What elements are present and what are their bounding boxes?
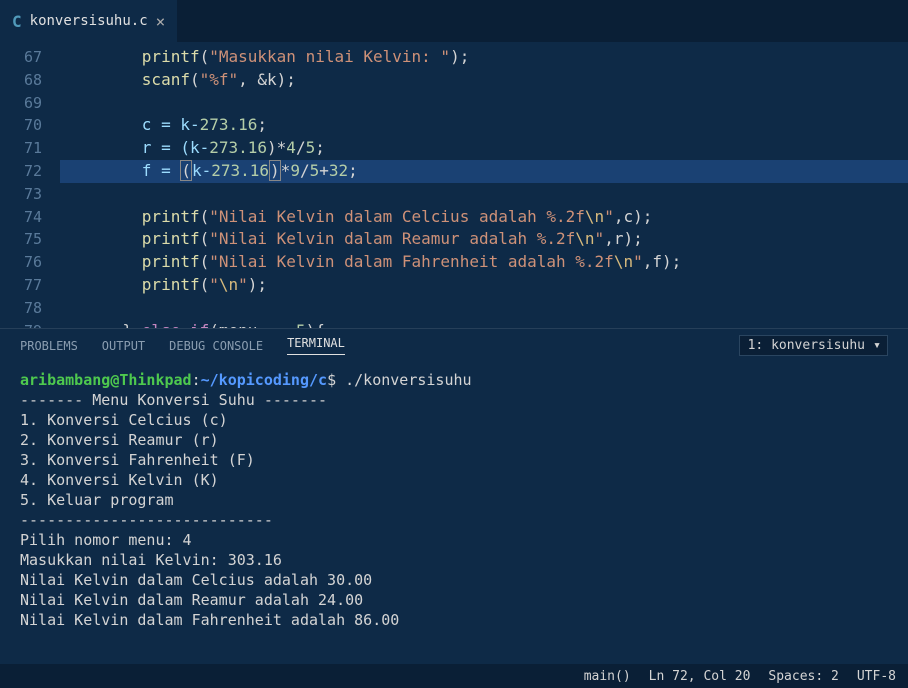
terminal-selector[interactable]: 1: konversisuhu [739, 335, 888, 356]
status-context[interactable]: main() [584, 669, 631, 684]
status-position[interactable]: Ln 72, Col 20 [649, 669, 751, 684]
editor[interactable]: 67 68 69 70 71 72 73 74 75 76 77 78 79 p… [0, 42, 908, 328]
tab-problems[interactable]: PROBLEMS [20, 339, 78, 353]
code-line: printf("Nilai Kelvin dalam Reamur adalah… [60, 228, 908, 251]
code-line: printf("Nilai Kelvin dalam Fahrenheit ad… [60, 251, 908, 274]
code-line: } else if(menu == 5){ [60, 320, 908, 328]
status-spaces[interactable]: Spaces: 2 [768, 669, 838, 684]
code-line: printf("\n"); [60, 274, 908, 297]
code-line: r = (k-273.16)*4/5; [60, 137, 908, 160]
code-line [60, 183, 908, 206]
terminal[interactable]: aribambang@Thinkpad:~/kopicoding/c$ ./ko… [0, 362, 908, 664]
tab-output[interactable]: OUTPUT [102, 339, 145, 353]
panel-tabs: PROBLEMS OUTPUT DEBUG CONSOLE TERMINAL 1… [0, 328, 908, 362]
c-file-icon: C [12, 12, 22, 31]
code-line: printf("Nilai Kelvin dalam Celcius adala… [60, 206, 908, 229]
tab-filename: konversisuhu.c [30, 13, 148, 29]
tab-terminal[interactable]: TERMINAL [287, 336, 345, 355]
status-encoding[interactable]: UTF-8 [857, 669, 896, 684]
tab-bar: C konversisuhu.c × [0, 0, 908, 42]
code-line: c = k-273.16; [60, 114, 908, 137]
close-icon[interactable]: × [156, 12, 166, 31]
file-tab[interactable]: C konversisuhu.c × [0, 0, 178, 42]
tab-debug-console[interactable]: DEBUG CONSOLE [169, 339, 263, 353]
code-area[interactable]: printf("Masukkan nilai Kelvin: "); scanf… [60, 42, 908, 328]
line-gutter: 67 68 69 70 71 72 73 74 75 76 77 78 79 [0, 42, 60, 328]
code-line: printf("Masukkan nilai Kelvin: "); [60, 46, 908, 69]
code-line: scanf("%f", &k); [60, 69, 908, 92]
status-bar: main() Ln 72, Col 20 Spaces: 2 UTF-8 [0, 664, 908, 688]
code-line [60, 297, 908, 320]
code-line-current: f = (k-273.16)*9/5+32; [60, 160, 908, 183]
code-line [60, 92, 908, 115]
